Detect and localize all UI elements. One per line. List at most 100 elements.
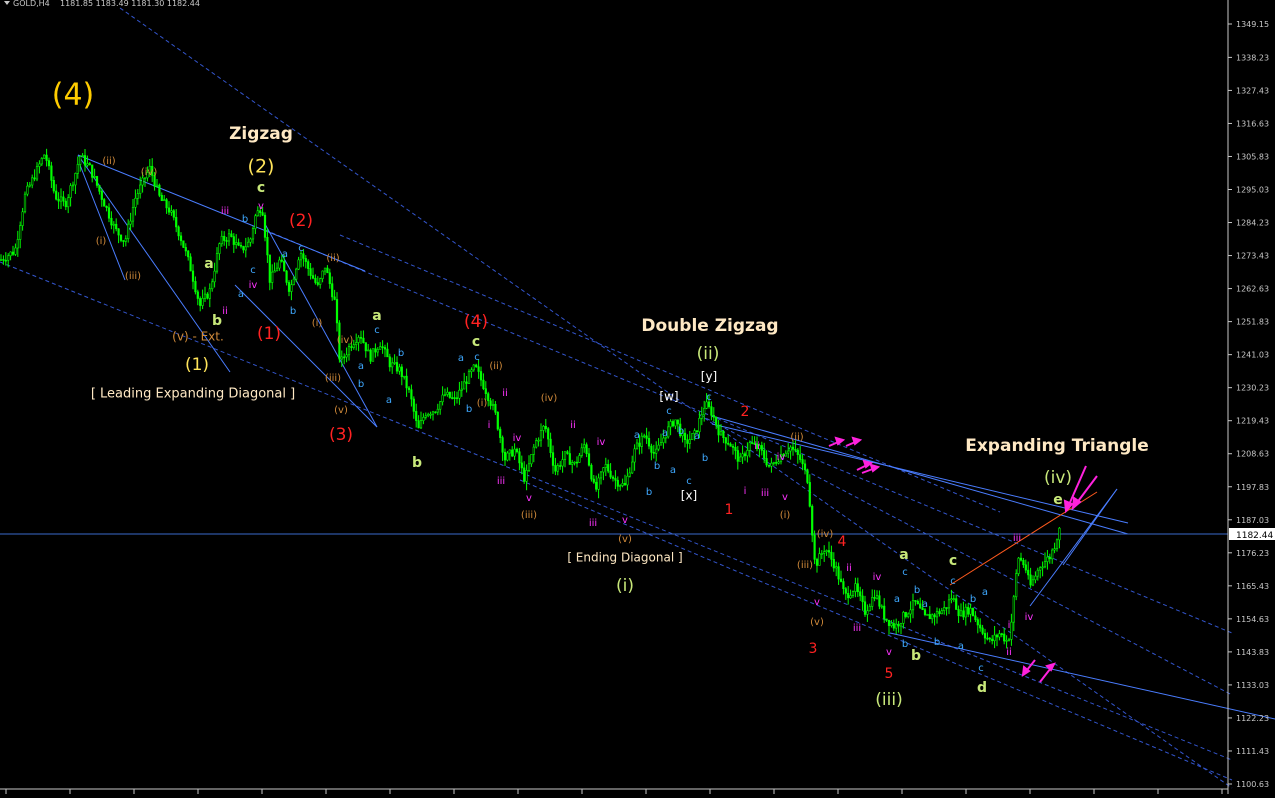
- candle-body: [542, 425, 545, 431]
- candle-body: [871, 597, 874, 607]
- candle-body: [115, 223, 118, 230]
- candle-body: [878, 595, 881, 607]
- candle-body: [652, 452, 655, 454]
- candle-body: [134, 197, 137, 208]
- wave-label: iv: [777, 452, 786, 463]
- candle-body: [266, 237, 269, 256]
- candle-body: [892, 623, 895, 629]
- candle-body: [571, 462, 574, 465]
- candle-body: [470, 369, 473, 373]
- price-tick-label: 1338.23: [1236, 53, 1269, 62]
- candle-body: [400, 366, 403, 378]
- candle-body: [52, 180, 55, 192]
- candle-body: [182, 240, 185, 248]
- candle-body: [170, 210, 173, 213]
- price-tick-label: 1165.43: [1236, 582, 1269, 591]
- candle-body: [931, 614, 934, 620]
- candle-body: [292, 278, 295, 285]
- wave-label: (ii): [489, 361, 502, 372]
- price-tick-label: 1197.83: [1236, 483, 1269, 492]
- candle-body: [724, 437, 727, 444]
- wave-label: (3): [329, 425, 353, 445]
- candle-body: [911, 600, 915, 611]
- candle-body: [683, 432, 687, 440]
- candle-body: [993, 634, 996, 642]
- candle-body: [81, 155, 84, 157]
- candle-body: [650, 445, 653, 453]
- candle-body: [686, 439, 689, 444]
- candle-body: [275, 267, 279, 272]
- wave-label: (v): [618, 534, 632, 545]
- wave-label: b: [970, 594, 976, 605]
- candle-body: [1027, 569, 1030, 576]
- candle-body: [249, 238, 252, 243]
- candle-body: [849, 595, 852, 599]
- candle-body: [136, 193, 139, 199]
- chart-canvas[interactable]: (4) Zigzag (2) c (2) (1) (v) - Ext. [ Leading E…: [0, 0, 1275, 794]
- candle-body: [43, 154, 46, 159]
- candle-body: [304, 258, 307, 262]
- candle-body: [563, 451, 567, 460]
- candle-body: [355, 342, 358, 345]
- price-tick-label: 1273.43: [1236, 252, 1269, 261]
- candle-body: [523, 467, 526, 482]
- candle-body: [419, 420, 423, 429]
- candle-body: [297, 259, 300, 270]
- candle-body: [623, 483, 627, 486]
- candle-body: [424, 415, 427, 418]
- candle-body: [676, 419, 679, 425]
- wave-label: a: [386, 395, 392, 406]
- candle-body: [405, 375, 408, 389]
- candle-body: [26, 185, 29, 195]
- candle-body: [376, 349, 379, 353]
- wave-label: b: [290, 306, 296, 317]
- candle-body: [991, 638, 994, 642]
- candle-body: [172, 210, 175, 218]
- candle-body: [981, 627, 984, 634]
- price-tick-label: 1230.23: [1236, 384, 1269, 393]
- wave-label: (v) - Ext.: [172, 330, 224, 344]
- gold-h4-chart[interactable]: (4) Zigzag (2) c (2) (1) (v) - Ext. [ Leading E…: [0, 0, 1275, 794]
- candle-body: [770, 462, 773, 467]
- candle-body: [969, 607, 972, 615]
- candle-body: [909, 609, 912, 615]
- candle-body: [751, 442, 754, 444]
- chart-header: GOLD,H4 1181.85 1183.49 1181.30 1182.44: [4, 0, 200, 8]
- candle-body: [815, 559, 819, 566]
- candle-body: [520, 462, 523, 469]
- candle-body: [739, 456, 742, 462]
- candle-body: [98, 185, 101, 192]
- candle-body: [1043, 561, 1047, 568]
- candle-body: [844, 588, 847, 594]
- candle-body: [40, 158, 43, 165]
- candle-body: [590, 464, 593, 480]
- candle-body: [491, 403, 495, 406]
- candle-body: [823, 551, 826, 554]
- candle-body: [501, 437, 504, 453]
- wave-label: b: [358, 379, 364, 390]
- candle-body: [119, 234, 123, 241]
- wave-label: (2): [248, 156, 275, 178]
- candle-body: [475, 364, 478, 368]
- candle-body: [974, 615, 977, 620]
- candle-body: [1036, 569, 1039, 577]
- candle-body: [290, 284, 293, 292]
- candle-body: [957, 609, 960, 617]
- chart-symbol-title: GOLD,H4: [13, 0, 50, 8]
- candle-body: [451, 397, 454, 399]
- candle-body: [796, 449, 799, 455]
- candle-body: [364, 342, 367, 352]
- candle-body: [105, 205, 108, 208]
- wave-label: c: [298, 243, 304, 254]
- candle-body: [854, 583, 857, 592]
- candle-body: [280, 259, 283, 262]
- wave-label: (i): [312, 318, 323, 329]
- candle-body: [947, 599, 951, 609]
- candle-body: [950, 598, 953, 601]
- candle-body: [539, 430, 543, 441]
- candle-body: [837, 566, 840, 580]
- candle-body: [71, 184, 75, 187]
- candle-body: [4, 259, 7, 262]
- wave-label: a: [358, 361, 364, 372]
- candle-body: [998, 633, 1001, 638]
